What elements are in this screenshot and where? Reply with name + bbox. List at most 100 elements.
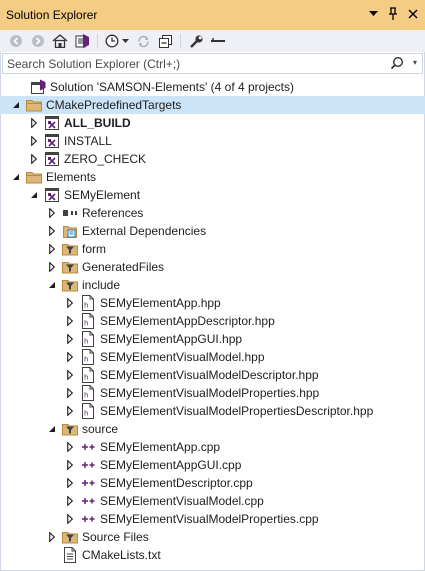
close-icon[interactable] (405, 6, 421, 22)
tree-item-cmakepredefinedtargets[interactable]: CMakePredefinedTargets (0, 96, 425, 114)
collapsed-arrow-icon[interactable] (64, 495, 76, 507)
search-icon[interactable] (390, 56, 404, 70)
tree-item-label: SEMyElementVisualModelProperties.cpp (100, 512, 319, 526)
collapsed-arrow-icon[interactable] (46, 243, 58, 255)
header-file-icon: h (80, 295, 96, 311)
expanded-arrow-icon[interactable] (10, 171, 22, 183)
filter-icon (62, 277, 78, 293)
collapsed-arrow-icon[interactable] (46, 531, 58, 543)
tree-item-all-build[interactable]: ALL_BUILD (0, 114, 425, 132)
collapsed-arrow-icon[interactable] (64, 387, 76, 399)
expanded-arrow-icon[interactable] (28, 189, 40, 201)
tree-item-label: INSTALL (64, 134, 112, 148)
svg-text:h: h (84, 356, 88, 364)
no-arrow-spacer (14, 81, 26, 93)
tree-item-install[interactable]: INSTALL (0, 132, 425, 150)
collapsed-arrow-icon[interactable] (64, 459, 76, 471)
search-options-dropdown-icon[interactable]: ▾ (413, 58, 417, 67)
tree-item-solution-samson-elements-4-of-4-projects[interactable]: Solution 'SAMSON-Elements' (4 of 4 proje… (0, 78, 425, 96)
tree-item-label: SEMyElementVisualModel.cpp (100, 494, 264, 508)
tree-item-label: SEMyElementAppDescriptor.hpp (100, 314, 275, 328)
collapsed-arrow-icon[interactable] (64, 351, 76, 363)
tree-item-label: SEMyElementDescriptor.cpp (100, 476, 253, 490)
preview-selected-items-button[interactable] (208, 32, 228, 50)
dependencies-icon (62, 223, 78, 239)
home-button[interactable] (50, 32, 70, 50)
collapsed-arrow-icon[interactable] (28, 117, 40, 129)
pin-icon[interactable] (385, 6, 401, 22)
collapsed-arrow-icon[interactable] (46, 225, 58, 237)
tree-item-label: ALL_BUILD (64, 116, 131, 130)
tree-item-semyelementvisualmodelpropertiesdescriptor-hpp[interactable]: h SEMyElementVisualModelPropertiesDescrip… (0, 402, 425, 420)
search-input[interactable] (7, 56, 387, 71)
svg-text:h: h (84, 374, 88, 382)
tree-item-source[interactable]: source (0, 420, 425, 438)
collapsed-arrow-icon[interactable] (64, 513, 76, 525)
header-file-icon: h (80, 367, 96, 383)
text-file-icon (62, 547, 78, 563)
collapsed-arrow-icon[interactable] (28, 135, 40, 147)
forward-icon (32, 35, 44, 47)
tree-item-semyelementvisualmodelproperties-cpp[interactable]: SEMyElementVisualModelProperties.cpp (0, 510, 425, 528)
sync-button[interactable] (133, 32, 153, 50)
tree-item-semyelement[interactable]: SEMyElement (0, 186, 425, 204)
tree-item-semyelementdescriptor-cpp[interactable]: SEMyElementDescriptor.cpp (0, 474, 425, 492)
tree-item-label: SEMyElementVisualModelDescriptor.hpp (100, 368, 319, 382)
tree-item-label: CMakePredefinedTargets (46, 98, 182, 112)
tree-item-semyelementappgui-cpp[interactable]: SEMyElementAppGUI.cpp (0, 456, 425, 474)
pending-changes-filter-button[interactable] (103, 32, 131, 50)
collapsed-arrow-icon[interactable] (28, 153, 40, 165)
collapsed-arrow-icon[interactable] (64, 441, 76, 453)
tree-item-elements[interactable]: Elements (0, 168, 425, 186)
wrench-icon (189, 34, 203, 48)
solution-icon (30, 79, 46, 95)
collapsed-arrow-icon[interactable] (64, 405, 76, 417)
tree-item-semyelementvisualmodel-cpp[interactable]: SEMyElementVisualModel.cpp (0, 492, 425, 510)
tree-item-semyelementappgui-hpp[interactable]: h SEMyElementAppGUI.hpp (0, 330, 425, 348)
expanded-arrow-icon[interactable] (46, 423, 58, 435)
tree-item-label: SEMyElementVisualModelPropertiesDescript… (100, 404, 374, 418)
switch-views-button[interactable] (72, 32, 92, 50)
collapsed-arrow-icon[interactable] (64, 477, 76, 489)
tree-item-cmakelists-txt[interactable]: CMakeLists.txt (0, 546, 425, 564)
tree-item-label: source (82, 422, 119, 436)
tree-item-semyelementappdescriptor-hpp[interactable]: h SEMyElementAppDescriptor.hpp (0, 312, 425, 330)
tree-item-semyelementapp-cpp[interactable]: SEMyElementApp.cpp (0, 438, 425, 456)
cpp-file-icon (80, 457, 96, 473)
expanded-arrow-icon[interactable] (10, 99, 22, 111)
collapse-all-icon (158, 34, 172, 48)
tree-item-zero-check[interactable]: ZERO_CHECK (0, 150, 425, 168)
forward-button[interactable] (28, 32, 48, 50)
tree-item-references[interactable]: References (0, 204, 425, 222)
tree-item-generatedfiles[interactable]: GeneratedFiles (0, 258, 425, 276)
tree-item-source-files[interactable]: Source Files (0, 528, 425, 546)
tree-item-semyelementapp-hpp[interactable]: h SEMyElementApp.hpp (0, 294, 425, 312)
header-file-icon: h (80, 313, 96, 329)
tree-item-label: GeneratedFiles (82, 260, 165, 274)
collapsed-arrow-icon[interactable] (64, 333, 76, 345)
tree-item-semyelementvisualmodelproperties-hpp[interactable]: h SEMyElementVisualModelProperties.hpp (0, 384, 425, 402)
collapsed-arrow-icon[interactable] (64, 369, 76, 381)
collapsed-arrow-icon[interactable] (46, 261, 58, 273)
tree-item-label: References (82, 206, 144, 220)
tree-item-form[interactable]: form (0, 240, 425, 258)
tree-item-label: Elements (46, 170, 97, 184)
tree-item-semyelementvisualmodel-hpp[interactable]: h SEMyElementVisualModel.hpp (0, 348, 425, 366)
search-box[interactable]: ▾ (2, 53, 423, 74)
collapsed-arrow-icon[interactable] (64, 297, 76, 309)
svg-text:h: h (84, 410, 88, 418)
back-button[interactable] (6, 32, 26, 50)
header-file-icon: h (80, 385, 96, 401)
window-options-dropdown-icon[interactable] (365, 6, 381, 22)
tree-item-semyelementvisualmodeldescriptor-hpp[interactable]: h SEMyElementVisualModelDescriptor.hpp (0, 366, 425, 384)
title-bar: Solution Explorer (0, 0, 425, 30)
properties-button[interactable] (186, 32, 206, 50)
home-icon (52, 34, 68, 48)
expanded-arrow-icon[interactable] (46, 279, 58, 291)
tree-item-label: ZERO_CHECK (64, 152, 147, 166)
collapse-all-button[interactable] (155, 32, 175, 50)
tree-item-external-dependencies[interactable]: External Dependencies (0, 222, 425, 240)
tree-item-include[interactable]: include (0, 276, 425, 294)
collapsed-arrow-icon[interactable] (64, 315, 76, 327)
collapsed-arrow-icon[interactable] (46, 207, 58, 219)
